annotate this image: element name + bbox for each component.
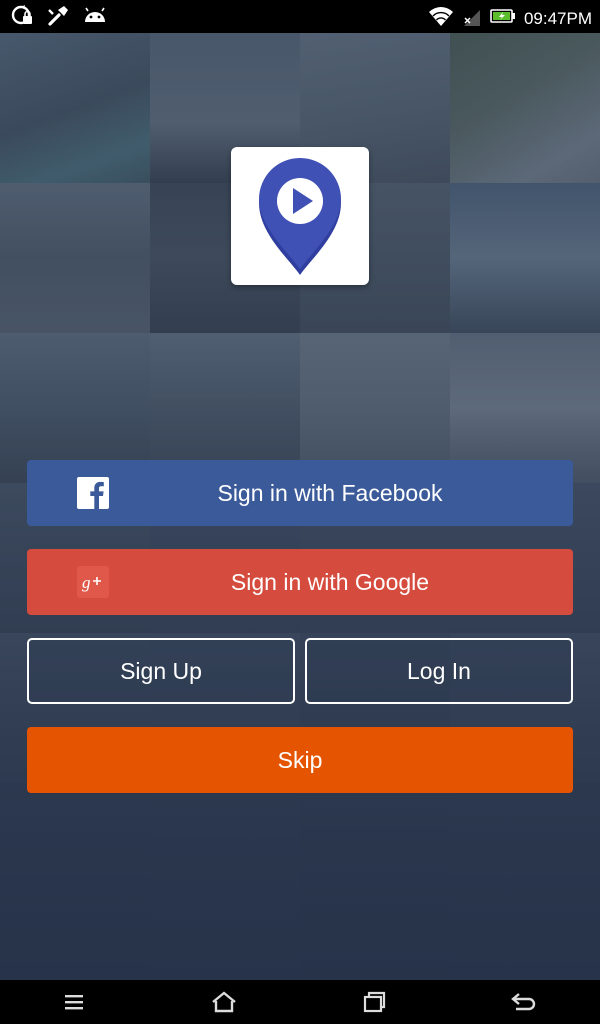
navigation-bar [0,980,600,1024]
app-screen: 09:47PM Sign in with Facebook g Sign in … [0,0,600,1024]
facebook-icon [77,477,109,509]
menu-icon[interactable] [54,988,94,1016]
skip-button[interactable]: Skip [27,727,573,793]
wrench-icon [46,4,70,33]
status-bar: 09:47PM [0,0,600,33]
facebook-button-label: Sign in with Facebook [217,479,443,506]
google-button-label: Sign in with Google [230,568,430,595]
android-icon [82,4,108,33]
svg-text:g: g [82,573,91,592]
sign-in-google-button[interactable]: g Sign in with Google [27,549,573,615]
map-pin-play-icon [259,158,341,275]
recent-apps-icon[interactable] [354,988,394,1016]
battery-charging-icon [490,4,516,33]
home-icon[interactable] [204,988,244,1016]
app-logo [231,147,369,285]
skip-label: Skip [277,746,323,773]
signal-icon [462,4,482,33]
sign-in-facebook-button[interactable]: Sign in with Facebook [27,460,573,526]
sign-up-button[interactable]: Sign Up [27,638,295,704]
login-screen: Sign in with Facebook g Sign in with Goo… [0,33,600,980]
sync-lock-icon [10,4,34,33]
google-plus-icon: g [77,566,109,598]
wifi-icon [428,4,454,33]
log-in-button[interactable]: Log In [305,638,573,704]
sign-up-label: Sign Up [120,657,202,684]
status-time: 09:47PM [523,8,592,28]
log-in-label: Log In [407,657,471,684]
back-icon[interactable] [504,988,544,1016]
